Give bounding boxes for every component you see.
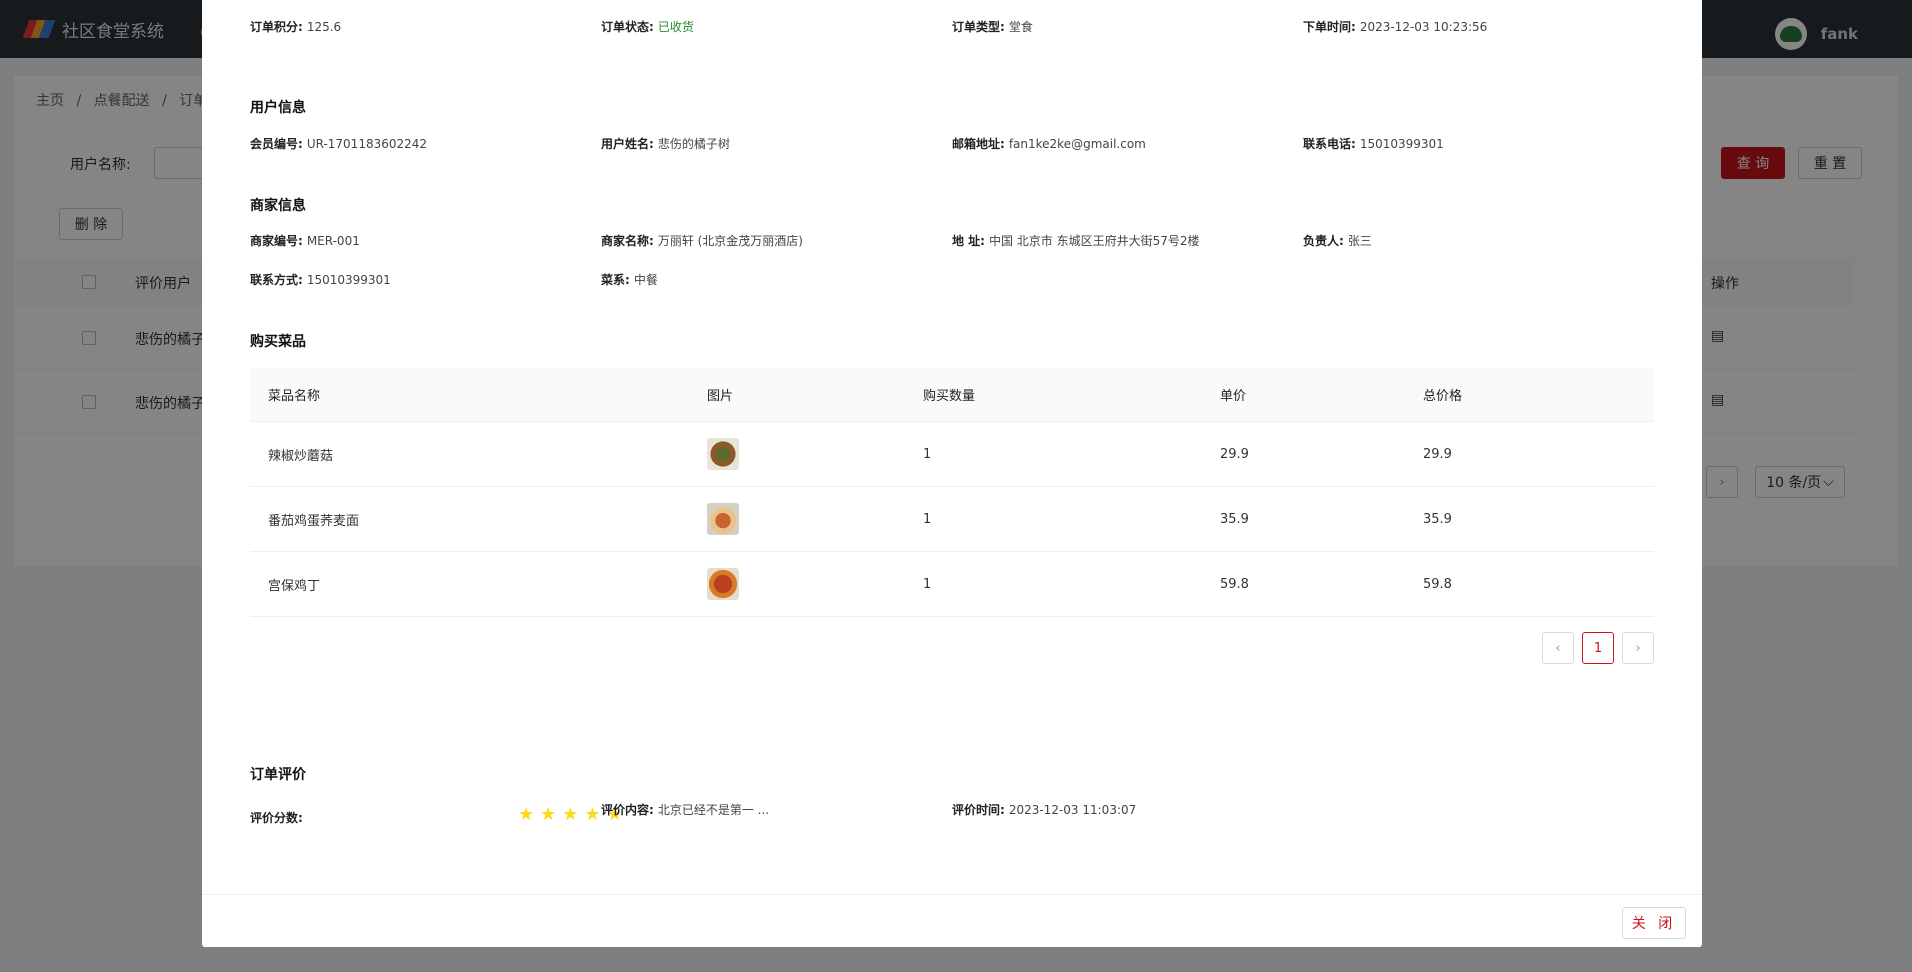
chevron-right-icon: › [1635, 640, 1641, 656]
dish-total: 59.8 [1423, 576, 1452, 592]
merchant-section-title: 商家信息 [250, 198, 306, 214]
dish-qty: 1 [923, 511, 932, 527]
merchant-cuisine: 菜系: 中餐 [601, 273, 658, 287]
dish-image[interactable] [707, 568, 739, 600]
review-time: 评价时间: 2023-12-03 11:03:07 [952, 803, 1137, 817]
merchant-id: 商家编号: MER-001 [250, 234, 360, 248]
modal-body: 订单积分: 125.6 订单状态: 已收货 订单类型: 堂食 下单时间: 2023-12… [202, 0, 1702, 894]
dish-image[interactable] [707, 438, 739, 470]
star-icon: ★ [540, 804, 557, 825]
user-email: 邮箱地址: fan1ke2ke@gmail.com [952, 137, 1146, 151]
close-button[interactable]: 关 闭 [1622, 907, 1686, 939]
dish-total: 29.9 [1423, 446, 1452, 462]
dishes-section-title: 购买菜品 [250, 334, 306, 350]
merchant-contact: 联系方式: 15010399301 [250, 273, 391, 287]
dish-image[interactable] [707, 503, 739, 535]
dish-name: 番茄鸡蛋荞麦面 [268, 513, 360, 529]
prev-page-button[interactable]: ‹ [1542, 632, 1574, 664]
order-detail-modal: 订单积分: 125.6 订单状态: 已收货 订单类型: 堂食 下单时间: 2023-12… [202, 0, 1702, 947]
star-icon: ★ [518, 804, 535, 825]
dish-table-header: 菜品名称 图片 购买数量 单价 总价格 [250, 368, 1654, 422]
review-section-title: 订单评价 [250, 767, 306, 783]
order-status: 订单状态: 已收货 [601, 20, 694, 34]
review-content: 评价内容: 北京已经不是第一 ... [601, 803, 770, 817]
dish-table: 菜品名称 图片 购买数量 单价 总价格 辣椒炒蘑菇 1 29.9 29.9 番茄… [250, 368, 1654, 617]
dish-name: 辣椒炒蘑菇 [268, 448, 334, 464]
next-page-button[interactable]: › [1622, 632, 1654, 664]
review-score-label: 评价分数: [250, 811, 303, 825]
dish-total: 35.9 [1423, 511, 1452, 527]
order-type: 订单类型: 堂食 [952, 20, 1033, 34]
star-icon: ★ [584, 804, 601, 825]
star-icon: ★ [562, 804, 579, 825]
user-section-title: 用户信息 [250, 100, 306, 116]
col-dish-qty: 购买数量 [923, 389, 976, 404]
table-row: 辣椒炒蘑菇 1 29.9 29.9 [250, 422, 1654, 487]
status-badge: 已收货 [657, 20, 694, 34]
merchant-name: 商家名称: 万丽轩 (北京金茂万丽酒店) [601, 234, 803, 248]
table-row: 宫保鸡丁 1 59.8 59.8 [250, 552, 1654, 617]
user-phone: 联系电话: 15010399301 [1303, 137, 1444, 151]
dish-price: 29.9 [1220, 446, 1249, 462]
dish-price: 35.9 [1220, 511, 1249, 527]
dish-qty: 1 [923, 446, 932, 462]
col-dish-image: 图片 [707, 389, 734, 404]
user-name-field: 用户姓名: 悲伤的橘子树 [601, 137, 730, 151]
member-id: 会员编号: UR-1701183602242 [250, 137, 428, 151]
col-dish-name: 菜品名称 [268, 389, 321, 404]
merchant-manager: 负责人: 张三 [1303, 234, 1372, 248]
dish-qty: 1 [923, 576, 932, 592]
dish-name: 宫保鸡丁 [268, 578, 321, 594]
order-time: 下单时间: 2023-12-03 10:23:56 [1303, 20, 1488, 34]
order-points: 订单积分: 125.6 [250, 20, 342, 34]
merchant-address: 地 址: 中国 北京市 东城区王府井大街57号2楼 [952, 234, 1200, 248]
col-dish-total: 总价格 [1423, 389, 1463, 404]
page-number-button[interactable]: 1 [1582, 632, 1614, 664]
col-dish-price: 单价 [1220, 389, 1247, 404]
chevron-left-icon: ‹ [1555, 640, 1561, 656]
modal-footer: 关 闭 [202, 894, 1702, 947]
dish-price: 59.8 [1220, 576, 1249, 592]
table-row: 番茄鸡蛋荞麦面 1 35.9 35.9 [250, 487, 1654, 552]
